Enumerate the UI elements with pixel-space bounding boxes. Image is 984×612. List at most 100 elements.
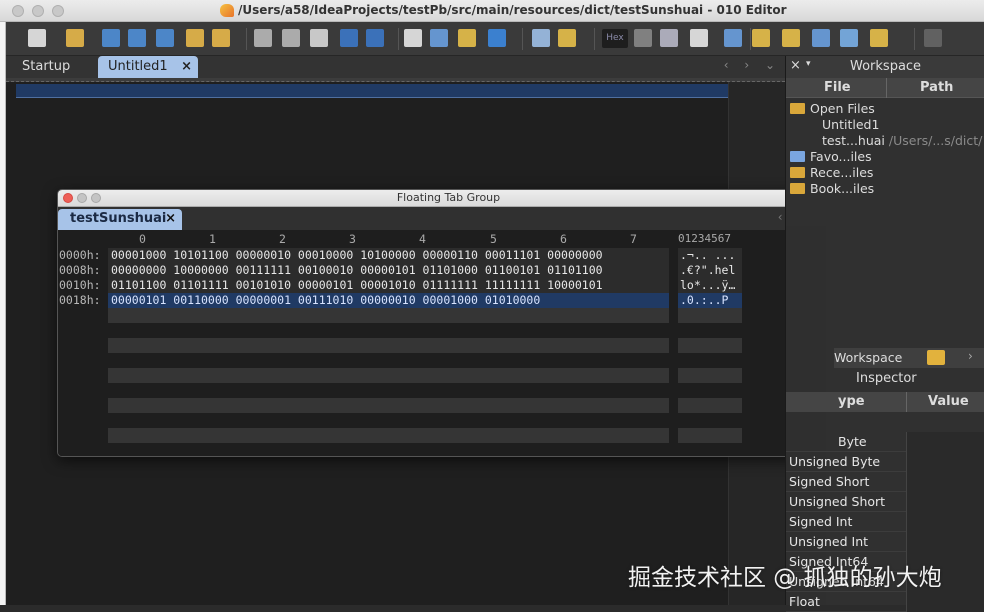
- inspector-row[interactable]: Float: [786, 592, 984, 612]
- column-path[interactable]: Path: [920, 80, 953, 95]
- workspace-tree: Open Files Untitled1 test...huai /Users/…: [786, 98, 984, 218]
- main-tab-bar: Startup Untitled1 × ‹ › ⌄: [6, 56, 785, 78]
- tab-startup[interactable]: Startup: [12, 56, 80, 78]
- app-icon: [220, 4, 234, 17]
- row-bytes[interactable]: 01101100 01101111 00101010 00000101 0000…: [108, 278, 669, 293]
- tab-scroll-arrows[interactable]: ‹ › ⌄: [724, 58, 781, 72]
- zoom-window-button[interactable]: [52, 5, 64, 17]
- columns-icon[interactable]: [660, 29, 678, 47]
- inspector-value[interactable]: [906, 592, 984, 612]
- empty-row: [108, 428, 669, 443]
- close-tab-icon[interactable]: ×: [181, 56, 192, 77]
- tree-file[interactable]: test...huai /Users/...s/dict/: [822, 133, 982, 148]
- inspector-row[interactable]: Unsigned Short: [786, 492, 984, 512]
- inspector-row[interactable]: Signed Int: [786, 512, 984, 532]
- minimize-window-button[interactable]: [32, 5, 44, 17]
- hex-row[interactable]: 0000h: 00001000 10101100 00000010 000100…: [58, 248, 837, 263]
- tree-file[interactable]: Untitled1: [822, 117, 879, 132]
- inspector-value[interactable]: [906, 432, 984, 452]
- checksum-icon[interactable]: [840, 29, 858, 47]
- row-ascii[interactable]: lo*...ÿ…: [678, 278, 742, 293]
- calculator-icon[interactable]: [724, 29, 742, 47]
- inspector-value[interactable]: [906, 532, 984, 552]
- hex-view[interactable]: 0 1 2 3 4 5 6 7 01234567 0000h: 00001000…: [58, 230, 837, 456]
- bookmark-icon[interactable]: [558, 29, 576, 47]
- row-offset: 0018h:: [59, 293, 101, 307]
- inspector-row[interactable]: Unsigned Byte: [786, 452, 984, 472]
- inspector-tab-bar: Workspace ›: [834, 348, 984, 368]
- tab-untitled1[interactable]: Untitled1 ×: [98, 56, 198, 78]
- empty-row: [678, 428, 742, 443]
- folder-icon[interactable]: [927, 350, 945, 365]
- tree-open-files[interactable]: Open Files: [790, 101, 875, 116]
- paragraph-icon[interactable]: [634, 29, 652, 47]
- goto-icon[interactable]: [488, 29, 506, 47]
- files-icon[interactable]: [212, 29, 230, 47]
- hex-mode-button[interactable]: Hex: [602, 29, 628, 48]
- hex-row-selected[interactable]: 0018h: 00000101 00110000 00000001 001110…: [58, 293, 837, 308]
- inspector-row[interactable]: Unsigned Int: [786, 532, 984, 552]
- floating-titlebar[interactable]: Floating Tab Group: [58, 190, 837, 207]
- find-icon[interactable]: [404, 29, 422, 47]
- open-folder-icon[interactable]: [186, 29, 204, 47]
- floating-title: Floating Tab Group: [396, 191, 501, 204]
- run-script-icon[interactable]: [870, 29, 888, 47]
- tree-label: test...huai: [822, 133, 885, 148]
- inspector-value[interactable]: [906, 492, 984, 512]
- row-ascii[interactable]: .¬.. ...: [678, 248, 742, 263]
- undo-icon[interactable]: [340, 29, 358, 47]
- column-value[interactable]: Value: [928, 394, 969, 409]
- save-all-icon[interactable]: [156, 29, 174, 47]
- inspector-row[interactable]: Byte: [786, 432, 984, 452]
- panel-menu-icon[interactable]: ▾: [806, 59, 811, 69]
- close-tab-icon[interactable]: ×: [165, 209, 176, 229]
- close-panel-icon[interactable]: ×: [790, 58, 801, 73]
- redo-icon[interactable]: [366, 29, 384, 47]
- template-icon[interactable]: [752, 29, 770, 47]
- histogram-icon[interactable]: [812, 29, 830, 47]
- hex-row[interactable]: 0010h: 01101100 01101111 00101010 000001…: [58, 278, 837, 293]
- hex-row[interactable]: 0008h: 00000000 10000000 00111111 001000…: [58, 263, 837, 278]
- close-window-button[interactable]: [12, 5, 24, 17]
- compare-icon[interactable]: [532, 29, 550, 47]
- inspector-type: Unsigned Byte: [789, 454, 881, 469]
- tab-workspace[interactable]: Workspace: [834, 350, 902, 365]
- empty-row: [108, 398, 669, 413]
- row-bytes[interactable]: 00001000 10101100 00000010 00010000 1010…: [108, 248, 669, 263]
- save-icon[interactable]: [102, 29, 120, 47]
- run-template-icon[interactable]: [782, 29, 800, 47]
- row-ascii[interactable]: .0.:..P: [678, 293, 742, 308]
- copy-icon[interactable]: [282, 29, 300, 47]
- tree-bookmarks[interactable]: Book...iles: [790, 181, 874, 196]
- inspector-type: Signed Int: [789, 514, 853, 529]
- replace-icon[interactable]: [430, 29, 448, 47]
- open-icon[interactable]: [66, 29, 84, 47]
- find-in-files-icon[interactable]: [458, 29, 476, 47]
- tree-recent[interactable]: Rece...iles: [790, 165, 873, 180]
- row-ascii[interactable]: .€?".hel: [678, 263, 742, 278]
- row-offset: 0010h:: [59, 278, 101, 292]
- inspector-row[interactable]: Signed Short: [786, 472, 984, 492]
- chevron-right-icon[interactable]: ›: [968, 349, 973, 363]
- workspace-title: Workspace: [850, 59, 922, 74]
- tab-testsunshuai[interactable]: testSunshuai ×: [58, 209, 182, 230]
- row-bytes[interactable]: 00000101 00110000 00000001 00111010 0000…: [108, 293, 669, 308]
- column-type[interactable]: ype: [838, 394, 865, 409]
- inspector-value[interactable]: [906, 452, 984, 472]
- new-file-icon[interactable]: [28, 29, 46, 47]
- inspector-value[interactable]: [906, 472, 984, 492]
- tree-label: Untitled1: [822, 117, 880, 132]
- paste-icon[interactable]: [310, 29, 328, 47]
- row-bytes[interactable]: 00000000 10000000 00111111 00100010 0000…: [108, 263, 669, 278]
- column-file[interactable]: File: [824, 80, 851, 95]
- save-as-icon[interactable]: [128, 29, 146, 47]
- empty-row: [678, 368, 742, 383]
- cut-icon[interactable]: [254, 29, 272, 47]
- column-number: 7: [630, 232, 637, 246]
- folder-icon: [790, 103, 805, 114]
- highlight-icon[interactable]: [690, 29, 708, 47]
- inspector-value[interactable]: [906, 512, 984, 532]
- more-icon[interactable]: [924, 29, 942, 47]
- column-header: 0 1 2 3 4 5 6 7 01234567: [58, 232, 837, 246]
- tree-favorites[interactable]: Favo...iles: [790, 149, 872, 164]
